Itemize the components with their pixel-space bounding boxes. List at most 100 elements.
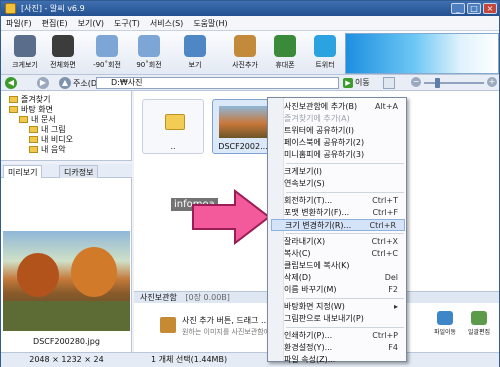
- context-menu-item[interactable]: 복사(C) Ctrl+C: [282, 248, 406, 260]
- toolbar-button[interactable]: 휴대폰: [263, 33, 307, 73]
- back-icon[interactable]: ◀: [5, 77, 17, 89]
- toolbar-button[interactable]: -90˚회전: [85, 33, 129, 73]
- tree-item-label: 내 그림: [41, 125, 66, 134]
- menu-item-label: 연속보기(S): [284, 179, 325, 188]
- pink-arrow-icon: [192, 189, 271, 245]
- phone-icon: [274, 35, 296, 57]
- thumb-photo[interactable]: DSCF2002...: [212, 99, 274, 154]
- folder-icon: [9, 106, 18, 113]
- context-menu-item[interactable]: 페이스북에 공유하기(2): [282, 137, 406, 149]
- tab-preview[interactable]: 미리보기: [3, 165, 43, 178]
- context-menu-item[interactable]: 크게보기(I): [282, 166, 406, 178]
- thumb-parent-folder[interactable]: ..: [142, 99, 204, 154]
- thumb-caption: ..: [170, 142, 176, 151]
- menu-item-shortcut: Ctrl+C: [371, 249, 398, 258]
- menu-item-label: 파일 속성(Z)...: [284, 355, 336, 364]
- go-button[interactable]: ▶ 이동: [343, 77, 379, 89]
- basket-title: 사진보관함: [140, 293, 177, 302]
- menu-item-label: 바탕화면 지정(W): [284, 302, 345, 311]
- zoom-out-icon[interactable]: −: [411, 77, 421, 87]
- menu-item-label: 인쇄하기(P)...: [284, 331, 333, 340]
- context-menu-item[interactable]: 클립보드에 복사(K): [282, 260, 406, 272]
- toolbar-label: 휴대폰: [275, 61, 295, 69]
- rotate-left-icon: [96, 35, 118, 57]
- toolbar-button[interactable]: 전체화면: [41, 33, 85, 73]
- minimize-button[interactable]: _: [451, 3, 465, 14]
- view-mode-icon[interactable]: [383, 77, 395, 89]
- context-menu-item[interactable]: 잘라내기(X) Ctrl+X: [282, 236, 406, 248]
- context-menu-item[interactable]: 파일 속성(Z)...: [282, 354, 406, 366]
- batch-edit-button[interactable]: 일괄편집: [464, 311, 494, 336]
- menu-item-label: 크게보기(I): [284, 167, 323, 176]
- folder-tree: 즐겨찾기 바탕 화면 내 문서 내 그림 내 비디오 내 음악: [1, 91, 132, 161]
- tree-item[interactable]: 내 음악: [29, 144, 66, 155]
- tree-item-label: 내 비디오: [41, 135, 73, 144]
- menu-item[interactable]: 도움말(H): [188, 16, 232, 31]
- context-menu-item[interactable]: 환경설정(Y)... F4: [282, 342, 406, 354]
- context-menu-item[interactable]: 바탕화면 지정(W) ▸: [282, 301, 406, 313]
- context-menu-item[interactable]: 그림판으로 내보내기(P): [282, 313, 406, 325]
- maximize-button[interactable]: □: [467, 3, 481, 14]
- basket-hint-2: 원하는 이미지를 사진보관함에 ...: [182, 328, 280, 336]
- tab-camera-info[interactable]: 디카정보: [59, 165, 99, 178]
- preview-tree-right: [71, 247, 117, 297]
- tree-item-label: 바탕 화면: [21, 105, 53, 114]
- panel-tabs: 미리보기 디카정보: [1, 164, 132, 178]
- context-menu-item[interactable]: 삭제(D) Del: [282, 272, 406, 284]
- close-button[interactable]: ×: [483, 3, 497, 14]
- menu-item[interactable]: 보기(V): [73, 16, 109, 31]
- batch-edit-icon: [471, 311, 487, 325]
- menu-item[interactable]: 편집(E): [37, 16, 73, 31]
- context-menu-item[interactable]: 포맷 변환하기(F)... Ctrl+F: [282, 207, 406, 219]
- window-title: [사진] - 알씨 v6.9: [21, 4, 85, 13]
- move-files-icon: [437, 311, 453, 325]
- context-menu-item[interactable]: 인쇄하기(P)... Ctrl+P: [282, 330, 406, 342]
- toolbar-label: 사진추가: [232, 61, 258, 69]
- thumb-caption: DSCF2002...: [218, 142, 268, 151]
- menu-item-shortcut: F4: [388, 343, 398, 352]
- toolbar-button[interactable]: 90˚회전: [127, 33, 171, 73]
- menu-item-shortcut: Alt+A: [374, 102, 398, 111]
- menu-item-shortcut: Del: [384, 273, 398, 282]
- toolbar-button[interactable]: 트위터: [303, 33, 347, 73]
- toolbar-button[interactable]: 보기: [173, 33, 217, 73]
- context-menu-item[interactable]: 연속보기(S): [282, 178, 406, 190]
- menu-item-label: 즐겨찾기에 추가(A): [284, 114, 350, 123]
- tree-item-label: 내 문서: [31, 115, 56, 124]
- toolbar-button[interactable]: 사진추가: [223, 33, 267, 73]
- menu-item[interactable]: 도구(T): [109, 16, 145, 31]
- menu-item-label: 크기 변경하기(R)...: [285, 221, 352, 230]
- view-grid-icon: [184, 35, 206, 57]
- forward-icon[interactable]: ▶: [37, 77, 49, 89]
- status-bar: 2048 × 1232 × 24 1 개체 선택(1.44MB): [1, 352, 499, 367]
- zoom-in-icon[interactable]: +: [487, 77, 497, 87]
- zoom-slider[interactable]: − +: [411, 77, 497, 89]
- fullscreen-icon: [52, 35, 74, 57]
- context-menu-item[interactable]: 미니홈피에 공유하기(3): [282, 149, 406, 161]
- zoom-thumb[interactable]: [435, 78, 440, 88]
- menu-item-label: 환경설정(Y)...: [284, 343, 333, 352]
- app-window: [사진] - 알씨 v6.9 _ □ × 파일(F) 편집(E) 보기(V) 도구(T…: [0, 0, 500, 367]
- menu-bar: 파일(F) 편집(E) 보기(V) 도구(T) 서비스(S) 도움말(H): [1, 16, 499, 31]
- photo-thumbnail: [219, 106, 267, 138]
- move-files-button[interactable]: 파일이동: [430, 311, 460, 336]
- ad-banner[interactable]: [345, 33, 499, 74]
- preview-image[interactable]: [3, 231, 130, 331]
- context-menu-item[interactable]: 사진보관함에 추가(B) Alt+A: [282, 101, 406, 113]
- menu-separator: [286, 192, 404, 193]
- toolbar-label: 90˚회전: [136, 61, 162, 69]
- menu-item-shortcut: Ctrl+F: [372, 208, 398, 217]
- up-folder-icon[interactable]: ▲: [59, 77, 71, 89]
- context-menu-item[interactable]: 크기 변경하기(R)... Ctrl+R: [271, 219, 405, 231]
- rotate-right-icon: [138, 35, 160, 57]
- context-menu-item[interactable]: 트위터에 공유하기(I): [282, 125, 406, 137]
- menu-item[interactable]: 파일(F): [1, 16, 37, 31]
- menu-item-label: 삭제(D): [284, 273, 312, 282]
- context-menu-item[interactable]: 이름 바꾸기(M) F2: [282, 284, 406, 296]
- context-menu-item[interactable]: 회전하기(T)... Ctrl+T: [282, 195, 406, 207]
- address-input[interactable]: D:₩사진: [96, 77, 339, 89]
- folder-icon: [19, 116, 28, 123]
- menu-separator: [286, 233, 404, 234]
- tab-preview-label: 미리보기: [8, 168, 38, 177]
- menu-item[interactable]: 서비스(S): [145, 16, 188, 31]
